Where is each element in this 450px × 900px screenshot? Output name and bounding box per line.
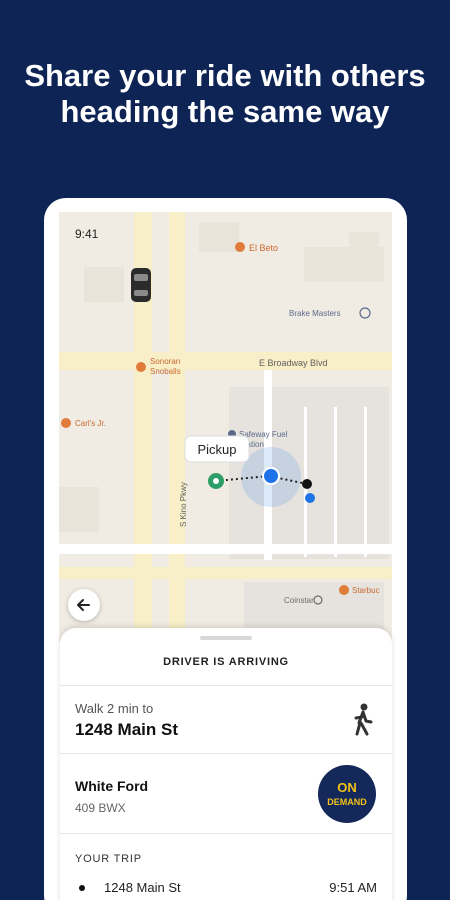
headline: Share your ride with others heading the … (0, 58, 450, 130)
restaurant-icon (136, 362, 146, 372)
restaurant-icon (235, 242, 245, 252)
divider (60, 685, 392, 686)
logo-text-bottom: DEMAND (327, 797, 367, 807)
walk-label: Walk 2 min to (75, 701, 154, 716)
car-icon (131, 268, 151, 302)
poi-label: Brake Masters (289, 309, 341, 318)
back-button[interactable] (68, 589, 100, 621)
status-bar-time: 9:41 (75, 227, 99, 241)
poi-label: El Beto (249, 243, 278, 253)
poi-carls[interactable]: Carl's Jr. (61, 418, 106, 428)
map-road-side (59, 544, 392, 554)
trip-stop-address: 1248 Main St (104, 880, 181, 895)
license-plate: 409 BWX (75, 801, 126, 815)
divider (60, 753, 392, 754)
restaurant-icon (61, 418, 71, 428)
trip-stop-time: 9:51 AM (329, 880, 377, 895)
destination-dot-icon (302, 479, 312, 489)
map-block (59, 487, 99, 532)
sheet-drag-handle[interactable] (200, 636, 252, 640)
parking-icon (305, 493, 315, 503)
map-block (84, 267, 124, 302)
map-lot-line (334, 407, 337, 557)
map-road-south (59, 567, 392, 579)
divider (60, 833, 392, 834)
map-road-broadway (59, 352, 392, 370)
map-block (304, 247, 384, 282)
logo-mark: ON DEMAND (327, 780, 367, 807)
cafe-icon (339, 585, 349, 595)
poi-label: Coinstar (284, 596, 314, 605)
street-label-broadway: E Broadway Blvd (259, 358, 328, 368)
walking-person-icon (354, 703, 373, 736)
pickup-tooltip: Pickup (184, 435, 250, 463)
map[interactable]: El Beto Brake Masters E Broadway Blvd So… (59, 212, 392, 642)
poi-label: Snoballs (150, 367, 181, 376)
poi-starbucks[interactable]: Starbuc (339, 585, 380, 595)
map-block (349, 232, 379, 252)
sheet-title: DRIVER IS ARRIVING (163, 656, 289, 668)
map-canvas: El Beto Brake Masters E Broadway Blvd So… (59, 212, 392, 642)
poi-label: Carl's Jr. (75, 419, 106, 428)
trip-bottom-sheet[interactable]: DRIVER IS ARRIVING Walk 2 min to 1248 Ma… (60, 628, 392, 900)
pickup-tooltip-label: Pickup (197, 442, 236, 457)
pickup-marker-center (213, 478, 219, 484)
poi-el-beto[interactable]: El Beto (235, 242, 278, 253)
poi-label: Sonoran (150, 357, 180, 366)
headline-line-1: Share your ride with others (24, 58, 426, 93)
vehicle-name: White Ford (75, 778, 149, 794)
pickup-address: 1248 Main St (75, 720, 178, 739)
trip-stop-dot-icon (79, 885, 85, 891)
current-location-icon (262, 467, 280, 485)
poi-label: Starbuc (352, 586, 380, 595)
street-label-kino: S Kino Pkwy (179, 482, 188, 527)
logo-text-top: ON (337, 780, 357, 795)
on-demand-logo: ON DEMAND (318, 765, 376, 823)
map-lot-line (364, 407, 367, 557)
map-block (199, 222, 239, 252)
headline-line-2: heading the same way (60, 94, 390, 129)
trip-section-label: YOUR TRIP (75, 853, 142, 865)
arrow-left-icon (77, 599, 90, 611)
